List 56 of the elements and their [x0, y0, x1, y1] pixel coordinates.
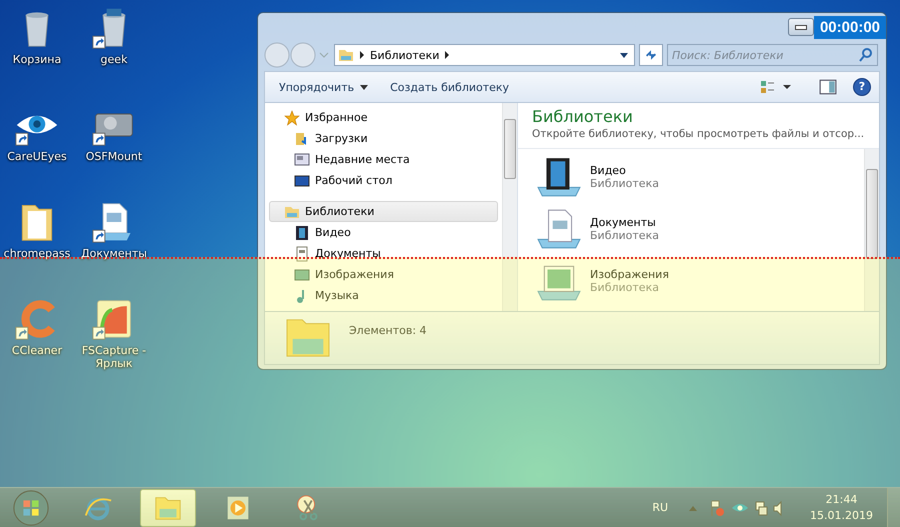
- refresh-icon: [644, 48, 658, 62]
- library-type: Библиотека: [590, 281, 660, 294]
- help-button[interactable]: ?: [853, 78, 871, 96]
- desktop-icon: [294, 172, 310, 188]
- library-item[interactable]: Документы Библиотека: [536, 203, 846, 255]
- dropdown-caret-icon[interactable]: [620, 52, 628, 58]
- icon-label: chromepass: [2, 247, 72, 260]
- library-item[interactable]: Видео Библиотека: [536, 151, 846, 203]
- library-folder-icon: [338, 47, 354, 63]
- icon-label: Документы: [80, 247, 148, 260]
- search-icon: [858, 47, 874, 63]
- start-button-icon[interactable]: [12, 488, 50, 526]
- icon-label: FSCapture - Ярлык: [80, 344, 148, 370]
- address-text: Библиотеки: [370, 48, 440, 62]
- sidebar-item[interactable]: Музыка: [269, 285, 498, 306]
- sidebar-item[interactable]: Видео: [269, 222, 498, 243]
- breadcrumb-arrow-icon: [445, 51, 450, 59]
- icon-label: CCleaner: [10, 344, 64, 357]
- star-icon: [284, 110, 300, 126]
- breadcrumb-arrow-icon: [360, 51, 364, 59]
- scrollbar[interactable]: [864, 149, 879, 311]
- image-icon: [294, 266, 310, 282]
- scrollbar[interactable]: [502, 103, 517, 311]
- item-count: Элементов: 4: [349, 324, 427, 337]
- sidebar-item[interactable]: Недавние места: [269, 149, 498, 170]
- toolbar-button[interactable]: Упорядочить: [273, 76, 378, 98]
- recent-icon: [294, 152, 310, 168]
- library-name: Видео: [590, 164, 627, 177]
- view-options-icon[interactable]: [759, 79, 793, 95]
- sidebar-item[interactable]: Библиотеки: [269, 201, 498, 222]
- video-icon: [294, 224, 310, 240]
- library-name: Документы: [590, 216, 657, 229]
- library-type: Библиотека: [590, 229, 659, 242]
- icon-label: geek: [100, 53, 128, 66]
- icon-label: OSFMount: [84, 150, 144, 163]
- library-item[interactable]: Изображения Библиотека: [536, 255, 846, 307]
- video-library-icon: [536, 156, 582, 198]
- address-bar[interactable]: Библиотеки: [334, 44, 635, 66]
- sidebar-item[interactable]: Рабочий стол: [269, 170, 498, 191]
- page-heading: Библиотеки: [531, 106, 634, 126]
- toolbar-button[interactable]: Создать библиотеку: [384, 76, 520, 98]
- icon-label: Корзина: [12, 53, 62, 66]
- document-icon: [294, 246, 310, 262]
- icon-label: CareUEyes: [6, 150, 68, 163]
- preview-pane-icon[interactable]: [819, 78, 837, 96]
- library-name: Изображения: [590, 268, 669, 281]
- timer-badge: 00:00:00: [814, 16, 886, 38]
- sidebar-item[interactable]: Загрузки: [269, 128, 498, 149]
- sidebar-item[interactable]: Избранное: [269, 107, 498, 128]
- library-type: Библиотека: [590, 177, 659, 190]
- search-field[interactable]: Поиск: Библиотеки: [667, 44, 878, 66]
- page-description: Откройте библиотеку, чтобы просмотреть файлы и отсор...: [531, 127, 866, 140]
- minimize-button[interactable]: [788, 18, 814, 36]
- refresh-button[interactable]: [639, 44, 663, 66]
- sidebar-item[interactable]: Изображения: [269, 264, 498, 285]
- document-library-icon: [536, 208, 582, 250]
